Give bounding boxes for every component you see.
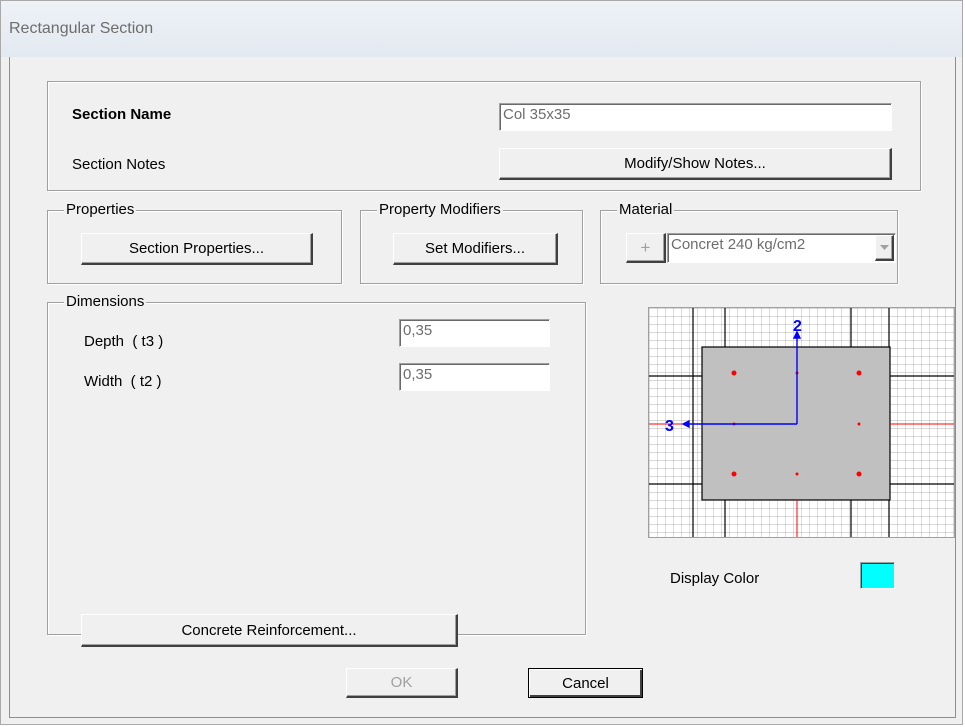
dialog-window: Rectangular Section Section Name Col 35x… [0, 0, 963, 725]
chevron-down-icon [879, 245, 889, 250]
modify-notes-button[interactable]: Modify/Show Notes... [499, 148, 892, 180]
set-modifiers-button[interactable]: Set Modifiers... [393, 233, 558, 265]
section-properties-button[interactable]: Section Properties... [81, 233, 313, 265]
axis-2-label: 2 [793, 318, 802, 335]
material-selected-value: Concret 240 kg/cm2 [671, 236, 806, 253]
property-modifiers-legend: Property Modifiers [377, 201, 503, 218]
depth-label: Depth ( t3 ) [84, 333, 164, 350]
width-label: Width ( t2 ) [84, 373, 162, 390]
section-preview: 2 3 [648, 307, 955, 538]
dimensions-group: Dimensions [47, 293, 586, 635]
material-select[interactable]: Concret 240 kg/cm2 [667, 233, 896, 263]
concrete-reinforcement-button[interactable]: Concrete Reinforcement... [81, 614, 458, 647]
axis-3-label: 3 [665, 418, 674, 435]
width-input[interactable]: 0,35 [399, 363, 550, 391]
material-dropdown-arrow[interactable] [875, 235, 894, 261]
dialog-client-area: Section Name Col 35x35 Section Notes Mod… [9, 57, 956, 718]
material-legend: Material [617, 201, 675, 218]
section-name-input[interactable]: Col 35x35 [499, 103, 892, 131]
dimensions-legend: Dimensions [64, 293, 147, 310]
title-bar[interactable]: Rectangular Section [1, 1, 962, 57]
depth-input[interactable]: 0,35 [399, 319, 550, 347]
display-color-swatch[interactable] [860, 562, 895, 589]
display-color-label: Display Color [670, 570, 760, 587]
add-material-button[interactable]: + [626, 233, 666, 263]
section-preview-drawing: 2 3 [649, 308, 954, 537]
properties-legend: Properties [64, 201, 137, 218]
ok-button[interactable]: OK [346, 668, 458, 698]
section-name-label: Section Name [72, 106, 172, 123]
cancel-button[interactable]: Cancel [528, 668, 643, 698]
window-title: Rectangular Section [9, 20, 154, 37]
section-notes-label: Section Notes [72, 156, 166, 173]
